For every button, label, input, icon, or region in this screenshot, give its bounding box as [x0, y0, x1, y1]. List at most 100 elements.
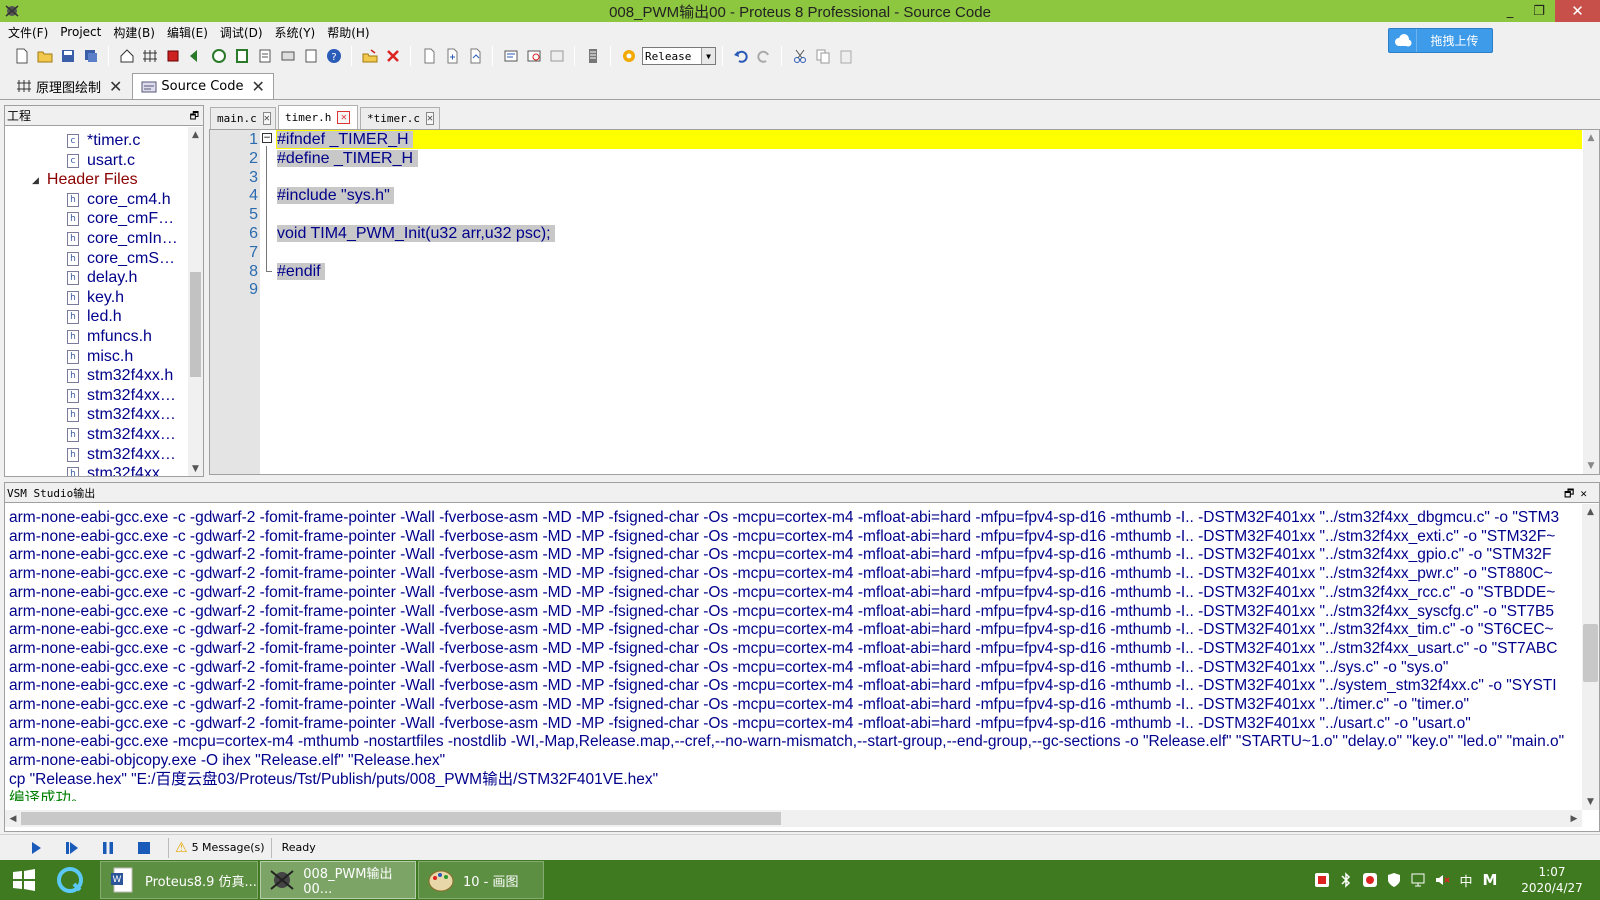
scroll-down-icon[interactable]: ▼ — [1582, 794, 1599, 810]
save-all-icon[interactable] — [80, 45, 102, 67]
delete-icon[interactable] — [382, 45, 404, 67]
close-icon[interactable]: ✕ — [425, 112, 435, 125]
fold-toggle-icon[interactable]: − — [262, 133, 272, 143]
tree-file-item[interactable]: h mfuncs.h — [67, 327, 152, 347]
code-line[interactable]: #endif — [277, 262, 326, 281]
tab-schematic[interactable]: 原理图绘制 ✕ — [8, 73, 130, 99]
chevron-down-icon[interactable]: ▼ — [701, 48, 715, 64]
undo-icon[interactable] — [730, 45, 752, 67]
cut-icon[interactable] — [789, 45, 811, 67]
network-icon[interactable] — [1406, 868, 1430, 892]
rebuild-project-icon[interactable] — [523, 45, 545, 67]
proteus-app-icon[interactable] — [4, 3, 20, 19]
shield-icon[interactable] — [1382, 868, 1406, 892]
tree-file-item[interactable]: h core_cmS… — [67, 249, 175, 269]
bom-icon[interactable] — [254, 45, 276, 67]
close-window-button[interactable]: ✕ — [1555, 0, 1600, 22]
tree-file-item[interactable]: h core_cm4.h — [67, 190, 171, 210]
build-config-select[interactable]: Release ▼ — [642, 47, 716, 65]
tab-source-code[interactable]: Source Code ✕ — [132, 73, 274, 99]
code-line[interactable]: #define _TIMER_H — [277, 149, 418, 168]
menu-file[interactable]: 文件(F) — [2, 24, 54, 41]
code-line[interactable]: #include "sys.h" — [277, 186, 395, 205]
volume-muted-icon[interactable] — [1430, 868, 1454, 892]
close-icon[interactable]: ✕ — [251, 77, 264, 96]
schematic-icon[interactable] — [139, 45, 161, 67]
editor-scrollbar[interactable]: ▲ ▼ — [1583, 130, 1599, 474]
tree-file-item[interactable]: h delay.h — [67, 268, 137, 288]
editor-tab[interactable]: timer.h ✕ — [278, 105, 358, 129]
tree-file-item[interactable]: h core_cmF… — [67, 209, 174, 229]
new-source-file-icon[interactable] — [418, 45, 440, 67]
tree-file-item[interactable]: c usart.c — [67, 151, 135, 171]
taskbar-browser[interactable] — [48, 861, 98, 899]
minimize-button[interactable]: _ — [1495, 0, 1525, 22]
restore-panel-icon[interactable]: 🗗 — [190, 109, 199, 126]
scroll-up-icon[interactable]: ▲ — [1583, 130, 1599, 146]
tree-file-item[interactable]: h stm32f4xx… — [67, 445, 176, 465]
project-scrollbar[interactable]: ▲ ▼ — [188, 127, 203, 476]
ime-language-indicator[interactable]: 中 — [1454, 868, 1478, 892]
step-icon[interactable] — [54, 837, 90, 859]
close-icon[interactable]: ✕ — [109, 77, 122, 96]
help-icon[interactable]: ? — [323, 45, 345, 67]
build-config-gear-icon[interactable] — [618, 45, 640, 67]
pause-icon[interactable] — [90, 837, 126, 859]
save-icon[interactable] — [57, 45, 79, 67]
upload-button[interactable]: 拖拽上传 — [1388, 28, 1493, 53]
tree-folder-header-files[interactable]: ◢ Header Files — [32, 170, 138, 190]
menu-edit[interactable]: 编辑(E) — [161, 24, 214, 41]
restore-button[interactable]: ❐ — [1524, 0, 1554, 22]
build-project-icon[interactable] — [500, 45, 522, 67]
taskbar-app-proteus[interactable]: 008_PWM输出00... — [260, 861, 416, 899]
stop-icon[interactable] — [126, 837, 162, 859]
output-log[interactable]: arm-none-eabi-gcc.exe -c -gdwarf-2 -fomi… — [9, 501, 1575, 801]
source-code-icon[interactable] — [277, 45, 299, 67]
scroll-up-icon[interactable]: ▲ — [188, 127, 203, 142]
close-icon[interactable]: ✕ — [262, 112, 271, 125]
redo-icon[interactable] — [753, 45, 775, 67]
editor-tab[interactable]: *timer.c ✕ — [360, 107, 440, 129]
open-folder-icon[interactable] — [34, 45, 56, 67]
scroll-up-icon[interactable]: ▲ — [1582, 504, 1599, 520]
code-editor[interactable]: 123456789 − #ifndef _TIMER_H #define _TI… — [209, 129, 1600, 475]
tree-file-item[interactable]: h stm32f4xx… — [67, 425, 176, 445]
tree-file-item[interactable]: h stm32f4xx.h — [67, 366, 173, 386]
copy-icon[interactable] — [812, 45, 834, 67]
clean-project-icon[interactable] — [546, 45, 568, 67]
tree-file-item[interactable]: h core_cmIn… — [67, 229, 178, 249]
open-project-icon[interactable] — [359, 45, 381, 67]
code-line[interactable]: void TIM4_PWM_Init(u32 arr,u32 psc); — [277, 224, 556, 243]
scroll-left-icon[interactable]: ◀ — [5, 810, 21, 827]
menu-help[interactable]: 帮助(H) — [321, 24, 375, 41]
menu-system[interactable]: 系统(Y) — [269, 24, 322, 41]
scroll-right-icon[interactable]: ▶ — [1566, 810, 1582, 827]
output-horizontal-scrollbar[interactable]: ◀ ▶ — [5, 810, 1582, 827]
scroll-thumb[interactable] — [21, 812, 781, 825]
tree-file-item[interactable]: h stm32f4xx… — [67, 386, 176, 406]
design-explorer-icon[interactable] — [231, 45, 253, 67]
play-icon[interactable] — [18, 837, 54, 859]
taskbar-app-paint[interactable]: 10 - 画图 — [418, 861, 544, 899]
add-file-icon[interactable] — [441, 45, 463, 67]
tree-file-item[interactable]: h led.h — [67, 307, 122, 327]
project-settings-icon[interactable] — [582, 45, 604, 67]
menu-project[interactable]: Project — [54, 25, 107, 39]
security-app-icon[interactable] — [1358, 868, 1382, 892]
scroll-down-icon[interactable]: ▼ — [1583, 458, 1599, 474]
menu-debug[interactable]: 调试(D) — [214, 24, 269, 41]
messages-indicator[interactable]: ⚠ 5 Message(s) — [175, 840, 265, 856]
scroll-thumb[interactable] — [1583, 624, 1598, 682]
pcb-icon[interactable] — [162, 45, 184, 67]
bluetooth-icon[interactable] — [1334, 868, 1358, 892]
home-icon[interactable] — [116, 45, 138, 67]
code-line[interactable]: #ifndef _TIMER_H — [277, 130, 414, 149]
notes-icon[interactable] — [300, 45, 322, 67]
3d-view-icon[interactable] — [185, 45, 207, 67]
taskbar-app-word[interactable]: W Proteus8.9 仿真... — [100, 861, 258, 899]
tray-app-icon[interactable] — [1310, 868, 1334, 892]
tree-file-item[interactable]: h key.h — [67, 288, 124, 308]
start-button[interactable] — [0, 860, 48, 900]
tree-file-item[interactable]: h stm32f4xx… — [67, 405, 176, 425]
paste-icon[interactable] — [835, 45, 857, 67]
